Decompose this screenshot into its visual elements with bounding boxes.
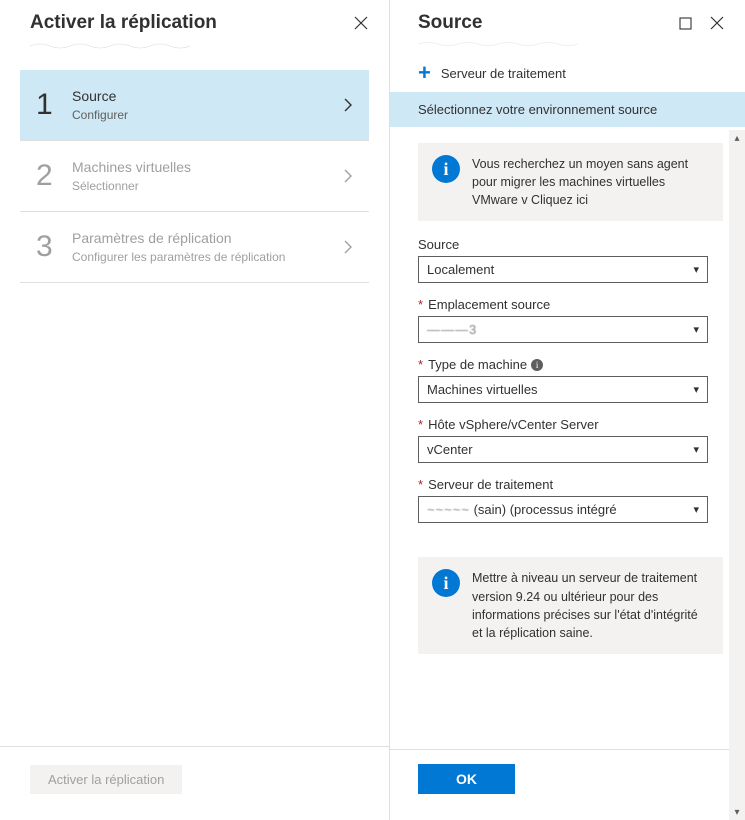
step-number: 1: [36, 88, 72, 122]
required-marker: *: [418, 417, 423, 432]
info-agentless: i Vous recherchez un moyen sans agent po…: [418, 143, 723, 221]
chevron-down-icon: ▾: [693, 263, 699, 276]
step-subtitle: Configurer les paramètres de réplication: [72, 250, 344, 264]
info-icon: i: [432, 155, 460, 183]
chevron-down-icon: ▾: [693, 383, 699, 396]
decorative-scribble: [30, 42, 359, 52]
info-upgrade-text: Mettre à niveau un serveur de traitement…: [472, 569, 709, 642]
select-type-machine[interactable]: Machines virtuelles ▾: [418, 376, 708, 403]
close-icon[interactable]: [709, 15, 725, 31]
field-source: Source Localement ▾: [418, 237, 723, 283]
chevron-down-icon: ▾: [693, 443, 699, 456]
select-value: Localement: [427, 262, 494, 277]
right-title: Source: [418, 12, 482, 34]
ok-button[interactable]: OK: [418, 764, 515, 794]
chevron-down-icon: ▾: [693, 323, 699, 336]
field-hote-vsphere: * Hôte vSphere/vCenter Server vCenter ▾: [418, 417, 723, 463]
select-source[interactable]: Localement ▾: [418, 256, 708, 283]
step-subtitle: Sélectionner: [72, 179, 344, 193]
info-icon: i: [432, 569, 460, 597]
left-panel: Activer la réplication 1 Source Configur…: [0, 0, 390, 820]
subhead-band: Sélectionnez votre environnement source: [390, 92, 745, 127]
right-footer: OK: [390, 749, 745, 820]
chevron-right-icon: [344, 98, 353, 112]
step-title: Paramètres de réplication: [72, 230, 344, 246]
required-marker: *: [418, 357, 423, 372]
step-subtitle: Configurer: [72, 108, 344, 122]
field-type-machine: * Type de machine i Machines virtuelles ▾: [418, 357, 723, 403]
plus-icon[interactable]: +: [418, 64, 431, 82]
step-source[interactable]: 1 Source Configurer: [20, 70, 369, 141]
step-number: 2: [36, 159, 72, 193]
field-label: Emplacement source: [428, 297, 550, 312]
step-number: 3: [36, 230, 72, 264]
scroll-down-icon[interactable]: ▾: [729, 804, 745, 820]
activate-replication-button[interactable]: Activer la réplication: [30, 765, 182, 794]
step-machines-virtuelles[interactable]: 2 Machines virtuelles Sélectionner: [20, 141, 369, 212]
field-label: Hôte vSphere/vCenter Server: [428, 417, 599, 432]
left-title: Activer la réplication: [30, 12, 217, 34]
maximize-icon[interactable]: [677, 15, 693, 31]
form-area: i Vous recherchez un moyen sans agent po…: [390, 127, 745, 749]
chevron-right-icon: [344, 169, 353, 183]
required-marker: *: [418, 297, 423, 312]
field-serveur-traitement: * Serveur de traitement ~~~~~ (sain) (pro…: [418, 477, 723, 523]
steps-list: 1 Source Configurer 2 Machines virtuelle…: [0, 60, 389, 820]
chevron-down-icon: ▾: [693, 503, 699, 516]
select-emplacement[interactable]: ———3 ▾: [418, 316, 708, 343]
scroll-up-icon[interactable]: ▴: [729, 130, 745, 146]
field-label: Type de machine: [428, 357, 527, 372]
right-header: Source: [390, 0, 745, 38]
step-title: Machines virtuelles: [72, 159, 344, 175]
scrollbar[interactable]: ▴ ▾: [729, 130, 745, 820]
decorative-scribble: [418, 40, 717, 50]
info-icon[interactable]: i: [531, 359, 543, 371]
field-label: Serveur de traitement: [428, 477, 553, 492]
close-icon[interactable]: [353, 15, 369, 31]
required-marker: *: [418, 477, 423, 492]
select-serveur-traitement[interactable]: ~~~~~ (sain) (processus intégré ▾: [418, 496, 708, 523]
chevron-right-icon: [344, 240, 353, 254]
select-hote-vsphere[interactable]: vCenter ▾: [418, 436, 708, 463]
field-emplacement: * Emplacement source ———3 ▾: [418, 297, 723, 343]
info-agentless-text: Vous recherchez un moyen sans agent pour…: [472, 155, 709, 209]
command-bar: + Serveur de traitement: [390, 56, 745, 92]
left-header: Activer la réplication: [0, 0, 389, 42]
command-add-process-server[interactable]: Serveur de traitement: [441, 66, 566, 81]
info-upgrade: i Mettre à niveau un serveur de traiteme…: [418, 557, 723, 654]
select-value: vCenter: [427, 442, 473, 457]
select-value: ———3: [427, 322, 477, 337]
field-label: Source: [418, 237, 723, 252]
step-title: Source: [72, 88, 344, 104]
select-value: Machines virtuelles: [427, 382, 538, 397]
step-parametres-replication[interactable]: 3 Paramètres de réplication Configurer l…: [20, 212, 369, 283]
select-value: ~~~~~ (sain) (processus intégré: [427, 502, 617, 517]
right-panel: Source + Serveur de traitement Sélection…: [390, 0, 745, 820]
left-footer: Activer la réplication: [0, 746, 389, 820]
